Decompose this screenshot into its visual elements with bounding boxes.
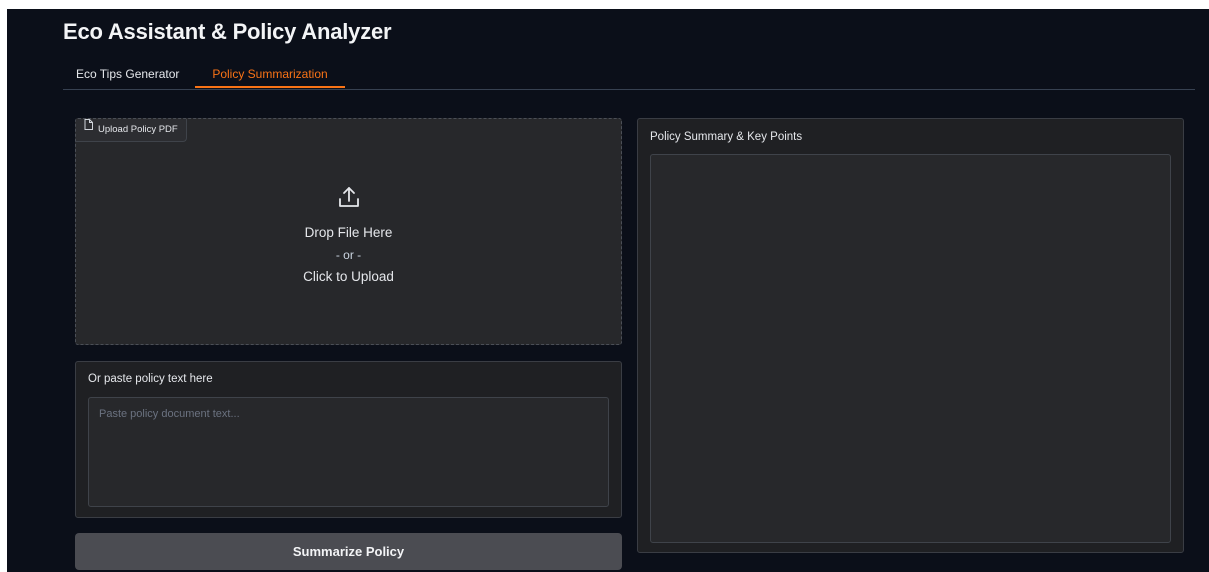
click-to-upload-text[interactable]: Click to Upload — [76, 266, 621, 288]
drop-file-text: Drop File Here — [304, 225, 393, 240]
file-upload-dropzone[interactable]: Upload Policy PDF Drop File Here - or - … — [75, 118, 622, 345]
app-window: Eco Assistant & Policy Analyzer Eco Tips… — [7, 9, 1209, 572]
paste-text-panel: Or paste policy text here — [75, 361, 622, 518]
summarize-policy-button[interactable]: Summarize Policy — [75, 533, 622, 570]
policy-text-input[interactable] — [88, 397, 609, 507]
paste-text-label: Or paste policy text here — [88, 373, 213, 385]
file-icon — [84, 117, 93, 139]
tab-eco-tips-generator[interactable]: Eco Tips Generator — [70, 65, 185, 88]
upload-label-text: Upload Policy PDF — [98, 124, 178, 135]
summary-panel: Policy Summary & Key Points — [637, 118, 1184, 553]
or-separator-text: - or - — [335, 248, 362, 262]
page-title: Eco Assistant & Policy Analyzer — [63, 19, 392, 44]
upload-instructions: Drop File Here - or - Click to Upload — [76, 185, 621, 288]
upload-label-badge: Upload Policy PDF — [76, 119, 187, 142]
tab-bar: Eco Tips Generator Policy Summarization — [63, 65, 1195, 90]
summary-label: Policy Summary & Key Points — [650, 131, 803, 143]
summary-output[interactable] — [650, 154, 1171, 543]
upload-icon — [76, 185, 621, 214]
tab-policy-summarization[interactable]: Policy Summarization — [195, 65, 345, 88]
